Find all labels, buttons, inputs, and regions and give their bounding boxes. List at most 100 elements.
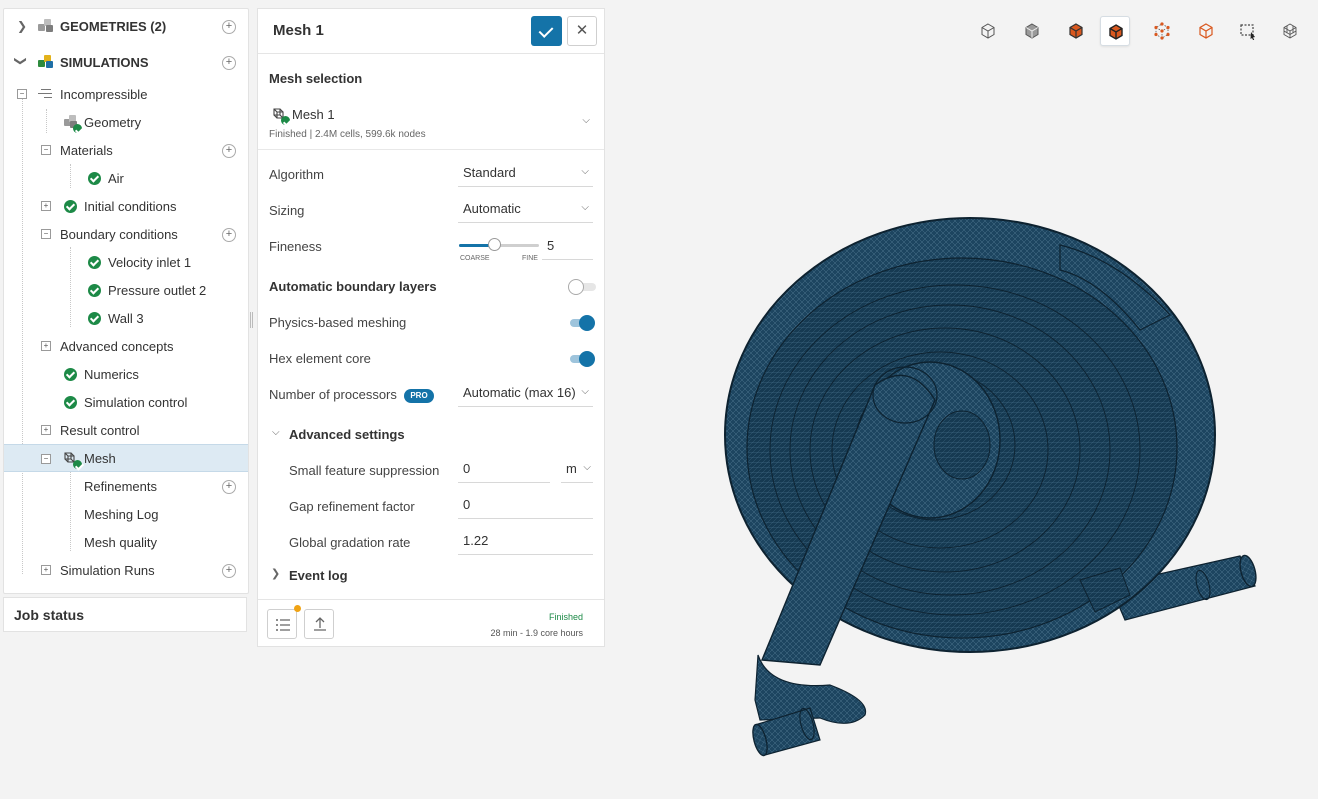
add-material-button[interactable]: + (222, 144, 236, 158)
panel-resize-handle[interactable] (250, 312, 253, 328)
chevron-down-icon: ⌵ (583, 462, 591, 473)
tree-item-label: Simulation Runs (60, 563, 155, 578)
mesh-3d-viewport[interactable] (700, 200, 1270, 760)
cube-solid-edges-icon[interactable] (1061, 16, 1091, 46)
expand-icon[interactable]: + (41, 341, 51, 351)
cube-outline-icon[interactable] (973, 16, 1003, 46)
auto-boundary-layers-toggle[interactable] (568, 278, 598, 296)
selected-mesh-name: Mesh 1 (292, 107, 335, 122)
collapse-icon[interactable]: − (17, 89, 27, 99)
tree-item-label: Result control (60, 423, 140, 438)
job-status-panel[interactable]: Job status (3, 597, 247, 632)
unit-select[interactable]: m ⌵ (561, 457, 593, 483)
expand-icon[interactable]: + (41, 565, 51, 575)
collapse-icon[interactable]: − (41, 145, 51, 155)
small-feature-suppression-input[interactable]: 0 (458, 457, 550, 483)
algorithm-value: Standard (463, 165, 516, 180)
cube-wireframe-icon[interactable] (1191, 16, 1221, 46)
chevron-down-icon[interactable]: ⌵ (272, 427, 280, 438)
tree-item-mesh-quality[interactable]: Mesh quality (4, 528, 248, 556)
event-log-toggle[interactable]: Event log (289, 568, 348, 583)
tree-item-label: Pressure outlet 2 (108, 283, 207, 298)
algorithm-select[interactable]: Standard ⌵ (458, 161, 593, 187)
export-button[interactable] (304, 609, 334, 639)
cube-solid-icon[interactable] (1017, 16, 1047, 46)
chevron-down-icon[interactable]: ❯ (14, 56, 28, 66)
tree-item-refinements[interactable]: Refinements + (4, 472, 248, 500)
tree-item-label: Geometry (84, 115, 142, 130)
tree-item-label: Initial conditions (84, 199, 177, 214)
tree-item-label: Mesh (84, 451, 116, 466)
chevron-right-icon[interactable]: ❯ (271, 567, 280, 580)
tree-item-pressure-outlet[interactable]: Pressure outlet 2 (4, 276, 248, 304)
add-simulation-button[interactable]: + (222, 56, 236, 70)
physics-based-meshing-toggle[interactable] (568, 314, 598, 332)
tree-item-simulation-runs[interactable]: + Simulation Runs + (4, 556, 248, 584)
sizing-select[interactable]: Automatic ⌵ (458, 197, 593, 223)
collapse-icon[interactable]: − (41, 454, 51, 464)
unit-value: m (566, 461, 577, 476)
expand-icon[interactable]: + (41, 425, 51, 435)
tree-item-numerics[interactable]: Numerics (4, 360, 248, 388)
processors-label: Number of processors (269, 387, 397, 402)
tree-item-label: Air (108, 171, 124, 186)
geometries-label: GEOMETRIES (2) (60, 19, 167, 34)
advanced-settings-toggle[interactable]: Advanced settings (289, 427, 405, 442)
add-refinement-button[interactable]: + (222, 480, 236, 494)
tree-simulations[interactable]: ❯ SIMULATIONS + (4, 48, 248, 76)
chevron-right-icon[interactable]: ❯ (17, 19, 27, 33)
event-list-button[interactable] (267, 605, 301, 639)
chevron-down-icon: ⌵ (581, 166, 589, 177)
chevron-down-icon: ⌵ (582, 115, 590, 126)
tree-item-initial-conditions[interactable]: + Initial conditions (4, 192, 248, 220)
fineness-value: 5 (547, 238, 555, 253)
tree-item-label: Incompressible (60, 87, 148, 102)
small-feature-suppression-label: Small feature suppression (289, 463, 440, 478)
sizing-value: Automatic (463, 201, 521, 216)
processors-select[interactable]: Automatic (max 16) ⌵ (458, 381, 593, 407)
cube-points-icon[interactable] (1147, 16, 1177, 46)
tree-item-velocity-inlet[interactable]: Velocity inlet 1 (4, 248, 248, 276)
pro-badge: PRO (404, 389, 434, 403)
tree-geometries[interactable]: ❯ GEOMETRIES (2) + (4, 12, 248, 40)
mesh-cube-icon[interactable] (1275, 16, 1305, 46)
simulation-tree: ❯ GEOMETRIES (2) + ❯ SIMULATIONS + − Inc… (3, 8, 249, 594)
global-gradation-rate-input[interactable]: 1.22 (458, 529, 593, 555)
tree-item-mesh[interactable]: − Mesh (4, 444, 248, 472)
add-geometry-button[interactable]: + (222, 20, 236, 34)
check-icon (73, 460, 82, 469)
tree-item-result-control[interactable]: + Result control (4, 416, 248, 444)
tree-item-wall[interactable]: Wall 3 (4, 304, 248, 332)
collapse-icon[interactable]: − (41, 229, 51, 239)
tree-item-air[interactable]: Air (4, 164, 248, 192)
add-simulation-run-button[interactable]: + (222, 564, 236, 578)
panel-footer: Finished 28 min - 1.9 core hours (258, 599, 604, 648)
close-button[interactable]: ✕ (567, 16, 597, 46)
tree-item-geometry[interactable]: Geometry (4, 108, 248, 136)
cube-surface-icon[interactable] (1100, 16, 1130, 46)
box-select-icon[interactable] (1233, 16, 1263, 46)
tree-item-label: Meshing Log (84, 507, 159, 522)
physics-based-meshing-label: Physics-based meshing (269, 315, 407, 330)
tree-item-boundary-conditions[interactable]: − Boundary conditions + (4, 220, 248, 248)
tree-item-label: Boundary conditions (60, 227, 178, 242)
mesh-selection-dropdown[interactable]: Mesh 1 Finished | 2.4M cells, 599.6k nod… (258, 101, 604, 147)
expand-icon[interactable]: + (41, 201, 51, 211)
tree-item-advanced-concepts[interactable]: + Advanced concepts (4, 332, 248, 360)
tree-item-meshing-log[interactable]: Meshing Log (4, 500, 248, 528)
check-icon (64, 368, 77, 381)
confirm-button[interactable] (531, 16, 562, 46)
tree-item-materials[interactable]: − Materials + (4, 136, 248, 164)
simulations-label: SIMULATIONS (60, 55, 149, 70)
fineness-label: Fineness (269, 239, 322, 254)
gap-refinement-factor-input[interactable]: 0 (458, 493, 593, 519)
toggle-knob (579, 315, 595, 331)
fineness-slider-handle[interactable] (488, 238, 501, 251)
tree-item-incompressible[interactable]: − Incompressible (4, 80, 248, 108)
hex-element-core-toggle[interactable] (568, 350, 598, 368)
fineness-input[interactable]: 5 (542, 234, 593, 260)
tree-item-simulation-control[interactable]: Simulation control (4, 388, 248, 416)
tree-item-label: Velocity inlet 1 (108, 255, 192, 270)
fineness-slider[interactable] (459, 238, 539, 251)
add-boundary-condition-button[interactable]: + (222, 228, 236, 242)
